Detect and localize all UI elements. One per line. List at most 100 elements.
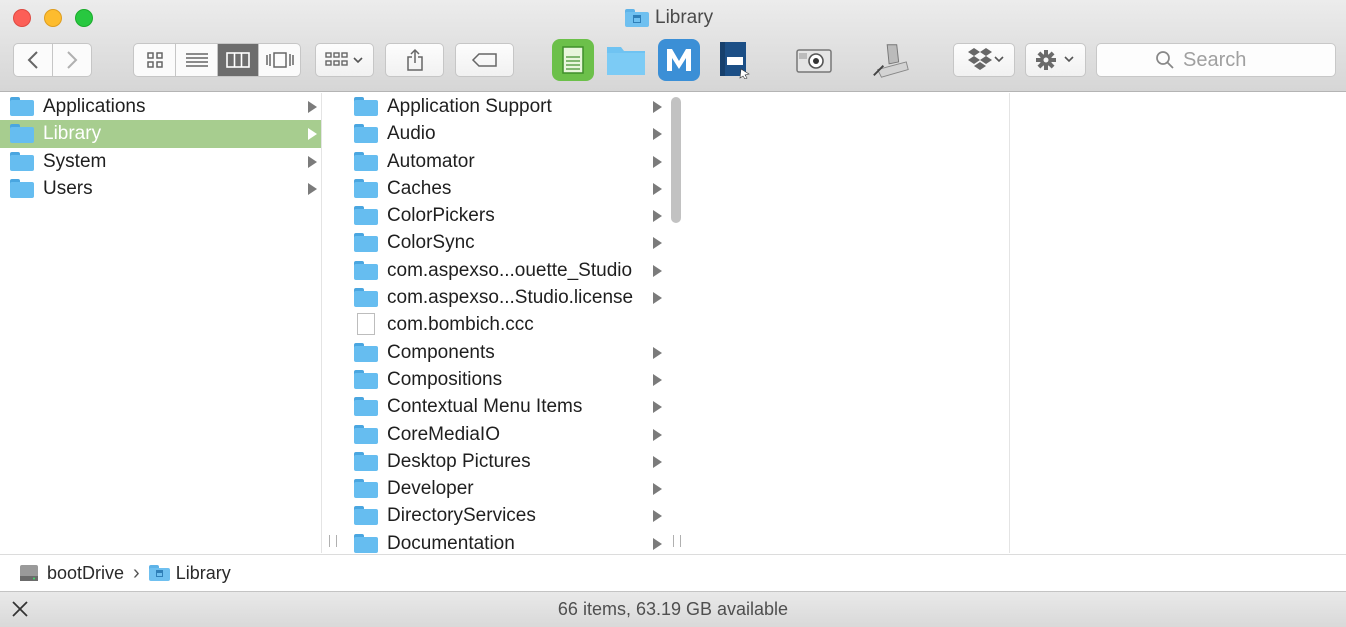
library-item[interactable]: Developer — [344, 475, 666, 502]
folder-icon — [354, 124, 378, 144]
library-item[interactable]: Desktop Pictures — [344, 448, 666, 475]
dropbox-button[interactable] — [953, 43, 1015, 77]
share-button[interactable] — [385, 43, 444, 77]
library-column-scrollbar[interactable] — [671, 97, 681, 223]
m-app-icon[interactable] — [658, 39, 700, 81]
disclosure-arrow-icon — [653, 237, 662, 250]
root-item[interactable]: Applications — [0, 93, 321, 120]
library-item[interactable]: Automator — [344, 148, 666, 175]
library-item[interactable]: Application Support — [344, 93, 666, 120]
toolbar: Library Search — [0, 0, 1346, 92]
applications-folder-icon — [10, 97, 34, 116]
folder-icon — [354, 342, 378, 362]
library-item[interactable]: CoreMediaIO — [344, 421, 666, 448]
library-item[interactable]: Audio — [344, 120, 666, 147]
disclosure-arrow-icon — [653, 483, 662, 496]
window-title-text: Library — [655, 7, 714, 28]
gallery-view-button[interactable] — [259, 44, 300, 76]
status-text: 66 items, 63.19 GB available — [557, 599, 789, 619]
disclosure-arrow-icon — [653, 292, 662, 305]
library-item[interactable]: DirectoryServices — [344, 502, 666, 529]
icon-view-button[interactable] — [134, 44, 177, 76]
forward-button[interactable] — [53, 44, 92, 76]
m-letter-icon — [667, 49, 691, 71]
chevron-right-icon — [67, 51, 78, 69]
book-icon — [720, 42, 750, 79]
root-column: Applications Library System Users — [0, 93, 322, 553]
folder-shortcut-icon — [607, 47, 645, 75]
disclosure-arrow-icon — [653, 537, 662, 550]
root-item-label: Users — [43, 177, 93, 199]
library-folder-icon — [10, 124, 34, 144]
share-icon — [406, 48, 423, 71]
root-item[interactable]: Library — [0, 120, 321, 148]
folder-icon — [354, 151, 378, 171]
action-button[interactable] — [1025, 43, 1086, 77]
folder-icon — [354, 506, 378, 526]
path-drive[interactable]: bootDrive — [47, 563, 124, 584]
library-item[interactable]: Documentation — [344, 530, 666, 553]
microscope-icon[interactable] — [870, 39, 912, 81]
utility-tool-icon — [873, 44, 909, 78]
library-item[interactable]: com.aspexso...ouette_Studio — [344, 257, 666, 284]
column-view-button[interactable] — [217, 44, 260, 76]
folder-icon — [354, 397, 378, 417]
library-folder-icon — [148, 565, 170, 581]
user-guide-book-icon[interactable] — [712, 39, 754, 81]
disclosure-arrow-icon — [653, 264, 662, 277]
window-title: Library — [625, 6, 713, 30]
library-folder-icon — [625, 9, 649, 27]
library-item[interactable]: Caches — [344, 175, 666, 202]
library-item[interactable]: Compositions — [344, 366, 666, 393]
ledger-app-icon[interactable] — [552, 39, 594, 81]
folder-icon — [354, 369, 378, 389]
disclosure-arrow-icon — [308, 101, 317, 113]
library-item[interactable]: com.bombich.ccc — [344, 311, 666, 338]
search-placeholder: Search — [1183, 48, 1247, 71]
arrange-grid-icon — [324, 52, 363, 66]
minimize-button[interactable] — [44, 9, 62, 27]
library-item-label: com.aspexso...Studio.license — [387, 287, 634, 309]
gear-icon — [1035, 50, 1074, 70]
root-item-label: System — [43, 150, 107, 172]
disclosure-arrow-icon — [308, 128, 317, 141]
columns-icon — [226, 52, 251, 68]
list-view-button[interactable] — [176, 44, 218, 76]
root-item-label: Library — [43, 123, 102, 145]
finder-window: Library Search Applications Library Syst… — [0, 0, 1346, 627]
library-item-label: Application Support — [387, 96, 552, 117]
tag-button[interactable] — [455, 43, 514, 77]
dropbox-icon — [968, 48, 1004, 70]
grid-icon — [146, 52, 163, 68]
users-folder-icon — [10, 178, 34, 198]
ledger-app-icon-glyph — [562, 46, 584, 74]
disclosure-arrow-icon — [653, 428, 662, 441]
library-item[interactable]: ColorSync — [344, 229, 666, 256]
path-folder[interactable]: Library — [176, 563, 231, 584]
root-item[interactable]: System — [0, 148, 321, 175]
camera-icon — [796, 49, 832, 73]
system-folder-icon — [10, 151, 34, 171]
hard-drive-icon — [20, 565, 38, 581]
disclosure-arrow-icon — [653, 155, 662, 168]
library-item-label: Desktop Pictures — [387, 450, 531, 472]
folder-icon — [354, 206, 378, 226]
column-resize-handle[interactable] — [673, 535, 681, 547]
zoom-button[interactable] — [75, 9, 93, 27]
library-item[interactable]: Components — [344, 339, 666, 366]
image-capture-icon[interactable] — [793, 39, 835, 81]
library-item[interactable]: ColorPickers — [344, 202, 666, 229]
library-item[interactable]: Contextual Menu Items — [344, 393, 666, 420]
root-item[interactable]: Users — [0, 175, 321, 202]
tag-icon — [471, 53, 497, 67]
arrange-button[interactable] — [315, 43, 374, 77]
library-item-label: DirectoryServices — [387, 505, 536, 527]
path-separator: › — [133, 561, 140, 584]
search-field[interactable]: Search — [1096, 43, 1336, 77]
folder-icon[interactable] — [605, 39, 647, 81]
disclosure-arrow-icon — [653, 182, 662, 195]
column-resize-handle[interactable] — [329, 535, 337, 547]
close-button[interactable] — [13, 9, 31, 27]
back-button[interactable] — [14, 44, 53, 76]
library-item[interactable]: com.aspexso...Studio.license — [344, 284, 666, 311]
